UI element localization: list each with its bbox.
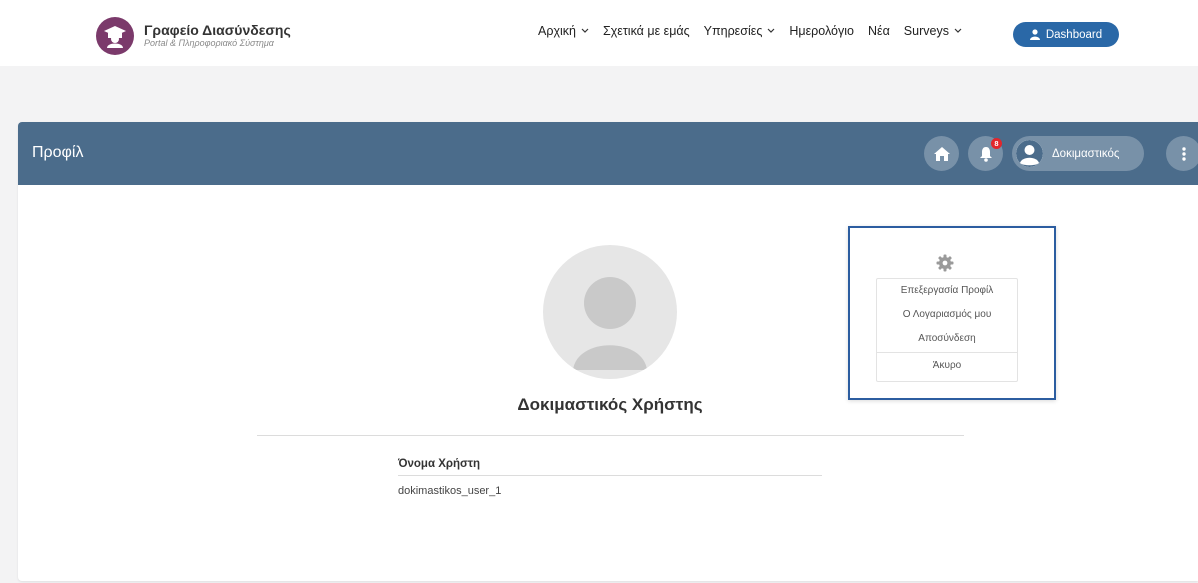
menu-separator <box>877 352 1017 353</box>
menu-item-cancel[interactable]: Άκυρο <box>877 354 1017 378</box>
nav-item-calendar[interactable]: Ημερολόγιο <box>789 24 854 38</box>
user-name: Δοκιμαστικός <box>1052 147 1120 160</box>
username-label: Όνομα Χρήστη <box>398 458 481 470</box>
top-navbar: Γραφείο Διασύνδεσης Portal & Πληροφοριακ… <box>0 0 1198 66</box>
username-value: dokimastikos_user_1 <box>398 485 502 497</box>
user-icon <box>1029 29 1040 40</box>
menu-item-logout[interactable]: Αποσύνδεση <box>877 327 1017 351</box>
chevron-down-icon <box>581 28 589 33</box>
graduation-logo-icon <box>96 17 134 55</box>
user-placeholder-icon <box>573 277 647 370</box>
menu-item-edit-profile[interactable]: Επεξεργασία Προφίλ <box>877 279 1017 303</box>
chevron-down-icon <box>954 28 962 33</box>
nav-item-home[interactable]: Αρχική <box>538 24 589 38</box>
page-title: Προφίλ <box>32 144 84 161</box>
dashboard-button[interactable]: Dashboard <box>1013 22 1119 47</box>
user-menu-button[interactable]: Δοκιμαστικός <box>1012 136 1144 171</box>
nav-item-surveys[interactable]: Surveys <box>904 24 962 38</box>
notifications-button[interactable]: 8 <box>968 136 1003 171</box>
profile-full-name: Δοκιμαστικός Χρήστης <box>517 395 703 414</box>
settings-menu: Επεξεργασία Προφίλ Ο Λογαριασμός μου Απο… <box>876 278 1018 382</box>
nav-item-news[interactable]: Νέα <box>868 24 890 38</box>
field-divider <box>398 475 822 476</box>
brand-title: Γραφείο Διασύνδεσης <box>144 22 291 39</box>
user-circle-icon <box>1016 140 1043 167</box>
brand-subtitle: Portal & Πληροφοριακό Σύστημα <box>144 37 274 48</box>
gear-icon[interactable] <box>936 254 954 272</box>
notification-badge: 8 <box>991 138 1002 149</box>
vertical-dots-icon <box>1181 146 1186 161</box>
main-menu: Αρχική Σχετικά με εμάς Υπηρεσίες Ημερολό… <box>538 24 976 38</box>
chevron-down-icon <box>767 28 775 33</box>
nav-item-services[interactable]: Υπηρεσίες <box>704 24 776 38</box>
brand[interactable]: Γραφείο Διασύνδεσης Portal & Πληροφοριακ… <box>96 17 291 55</box>
bell-icon <box>979 146 992 162</box>
home-icon <box>933 146 950 161</box>
divider <box>257 435 964 436</box>
menu-item-my-account[interactable]: Ο Λογαριασμός μου <box>877 303 1017 327</box>
nav-item-about[interactable]: Σχετικά με εμάς <box>603 24 690 38</box>
card-header: Προφίλ 8 Δοκιμαστικός <box>18 122 1198 185</box>
more-options-button[interactable] <box>1166 136 1198 171</box>
avatar <box>1016 140 1043 167</box>
home-button[interactable] <box>924 136 959 171</box>
profile-avatar <box>543 245 677 379</box>
